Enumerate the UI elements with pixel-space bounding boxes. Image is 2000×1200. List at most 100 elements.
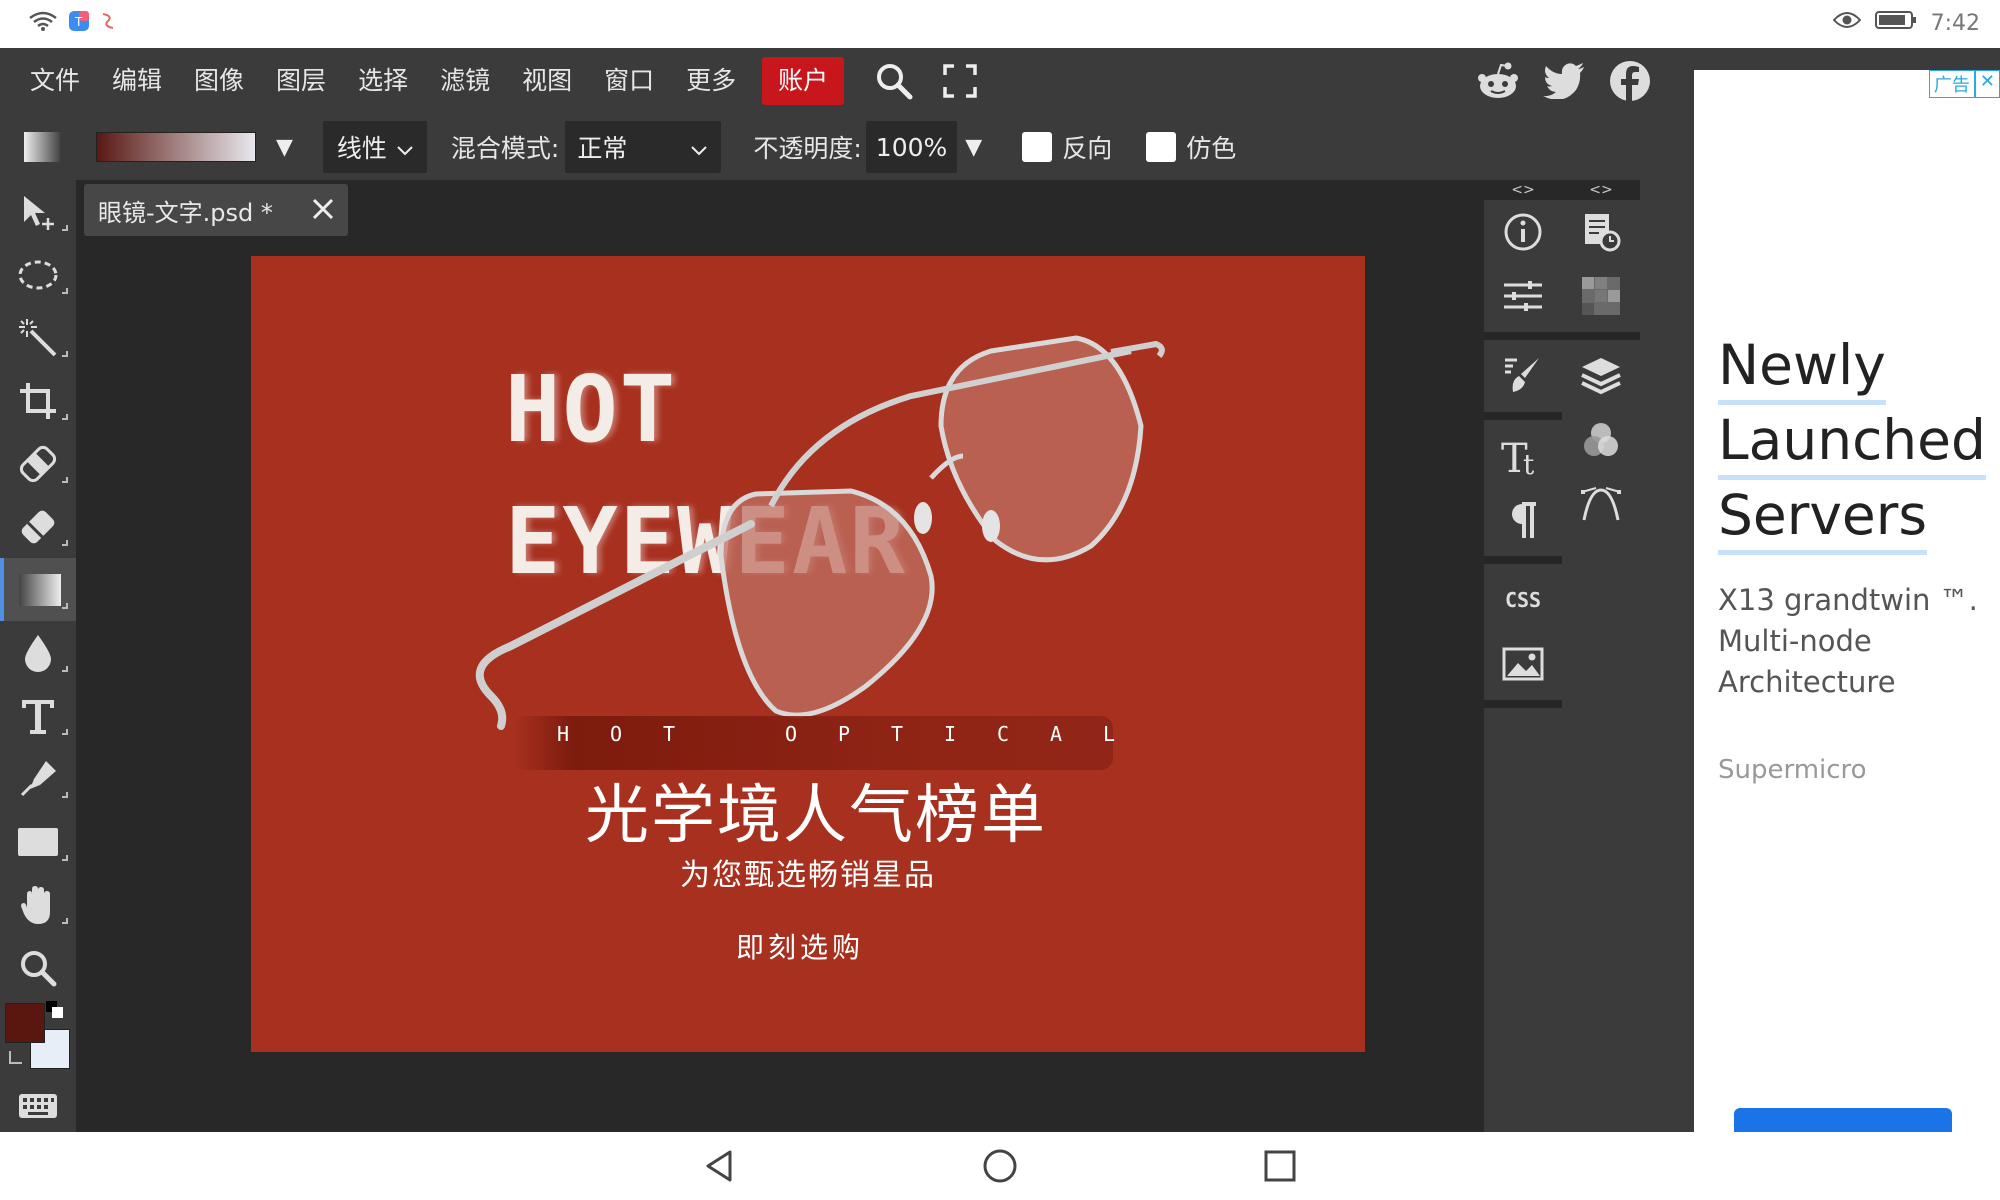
paragraph-icon[interactable]	[1484, 488, 1562, 552]
menu-select[interactable]: 选择	[342, 57, 424, 105]
brush-settings-icon[interactable]	[1484, 344, 1562, 408]
rectangle-tool[interactable]	[0, 810, 76, 873]
facebook-icon[interactable]	[1606, 57, 1654, 105]
fullscreen-icon[interactable]	[936, 57, 984, 105]
reverse-checkbox[interactable]	[1022, 132, 1053, 162]
menu-filter[interactable]: 滤镜	[424, 57, 506, 105]
healing-brush-tool[interactable]	[0, 432, 76, 495]
eraser-tool[interactable]	[0, 495, 76, 558]
ad-cta-button[interactable]	[1734, 1108, 1952, 1134]
marquee-tool[interactable]	[0, 243, 76, 306]
menu-image[interactable]: 图像	[178, 57, 260, 105]
crop-tool[interactable]	[0, 369, 76, 432]
gradient-type-select[interactable]: 线性	[322, 121, 427, 173]
type-tool[interactable]	[0, 684, 76, 747]
panel-column-2: <>	[1562, 180, 1640, 1132]
pen-tool[interactable]	[0, 747, 76, 810]
keyboard-icon[interactable]	[0, 1079, 76, 1133]
document-tab[interactable]: 眼镜-文字.psd *	[84, 184, 348, 236]
chevron-down-icon	[691, 133, 708, 162]
ad-title: Newly Launched Servers	[1718, 330, 1986, 555]
tagline-letter: H	[557, 722, 572, 746]
document-area: 眼镜-文字.psd * HOT EYEWEAR H O T O P T I C …	[76, 180, 1484, 1132]
css-panel-icon[interactable]: CSS	[1484, 568, 1562, 632]
menu-view[interactable]: 视图	[506, 57, 588, 105]
blend-mode-select[interactable]: 正常	[565, 121, 722, 173]
svg-text:T: T	[74, 15, 83, 29]
close-icon[interactable]	[310, 196, 336, 222]
twitter-icon[interactable]	[1540, 57, 1588, 105]
opacity-dropdown-arrow[interactable]: ▼	[965, 135, 982, 160]
blur-tool[interactable]	[0, 621, 76, 684]
reverse-label: 反向	[1062, 134, 1113, 163]
account-button[interactable]: 账户	[762, 57, 845, 105]
ad-label: 广告	[1928, 70, 1975, 98]
home-icon[interactable]	[982, 1148, 1018, 1184]
color-swatches	[0, 999, 76, 1079]
menu-layer[interactable]: 图层	[260, 57, 342, 105]
app-notification-icon-2	[100, 12, 116, 34]
wifi-icon	[28, 10, 58, 36]
chevron-down-icon	[397, 133, 413, 162]
ad-close-icon[interactable]: ✕	[1974, 70, 2000, 98]
canvas[interactable]: HOT EYEWEAR H O T O P T I C A L 光学境人气榜单 …	[251, 256, 1365, 1052]
artwork-headline: 光学境人气榜单	[585, 779, 1047, 853]
blend-mode-value: 正常	[577, 134, 628, 163]
status-bar: T 7:42	[0, 0, 2000, 48]
tagline-letter: L	[1102, 722, 1117, 746]
tagline-letter: I	[943, 722, 958, 746]
dither-label: 仿色	[1186, 134, 1237, 163]
gradient-preview[interactable]	[96, 132, 256, 162]
hand-tool[interactable]	[0, 873, 76, 936]
menu-more[interactable]: 更多	[670, 57, 752, 105]
ad-title-line: Newly	[1718, 330, 1886, 405]
character-icon[interactable]: Tt	[1484, 424, 1562, 488]
tool-options-bar: ▼ 线性 混合模式: 正常 不透明度: 100% ▼ 反向 仿色	[0, 114, 1680, 180]
default-colors-icon[interactable]	[46, 1001, 66, 1021]
tagline-letter: A	[1049, 722, 1064, 746]
reddit-icon[interactable]	[1474, 57, 1522, 105]
channels-icon[interactable]	[1562, 408, 1640, 472]
gradient-tool-preset-icon[interactable]	[24, 132, 60, 162]
ad-body: X13 grandtwin ™. Multi-node Architecture	[1718, 583, 1978, 699]
paths-icon[interactable]	[1562, 472, 1640, 536]
back-icon[interactable]	[702, 1148, 738, 1184]
search-icon[interactable]	[870, 57, 918, 105]
tools-panel	[0, 180, 76, 1132]
image-icon[interactable]	[1484, 632, 1562, 696]
layers-icon[interactable]	[1562, 344, 1640, 408]
menu-edit[interactable]: 编辑	[96, 57, 178, 105]
info-icon[interactable]	[1484, 200, 1562, 264]
history-icon[interactable]	[1562, 200, 1640, 264]
eye-comfort-icon	[1832, 10, 1861, 36]
social-links	[1474, 57, 1654, 105]
swatches-icon[interactable]	[1562, 264, 1640, 328]
blend-mode-label: 混合模式:	[450, 134, 560, 163]
system-navigation-bar	[0, 1132, 2000, 1200]
tagline-letter: C	[996, 722, 1011, 746]
foreground-color-swatch[interactable]	[5, 1003, 45, 1043]
gradient-tool[interactable]	[0, 558, 76, 621]
document-tab-title: 眼镜-文字.psd *	[98, 198, 273, 227]
swap-colors-icon[interactable]	[6, 1049, 26, 1069]
move-tool[interactable]	[0, 180, 76, 243]
ad-title-line: Launched	[1718, 405, 1986, 480]
gradient-dropdown-arrow[interactable]: ▼	[276, 135, 293, 160]
menu-file[interactable]: 文件	[14, 57, 96, 105]
app-notification-icon: T	[68, 10, 90, 36]
adjustments-icon[interactable]	[1484, 264, 1562, 328]
collapse-toggle[interactable]: <>	[1562, 180, 1640, 200]
opacity-label: 不透明度:	[753, 134, 862, 163]
recents-icon[interactable]	[1262, 1148, 1298, 1184]
tagline-letter: P	[837, 722, 852, 746]
zoom-tool[interactable]	[0, 936, 76, 999]
dither-checkbox[interactable]	[1146, 132, 1177, 162]
collapse-toggle[interactable]: <>	[1484, 180, 1562, 200]
advertisement[interactable]: 广告 ✕ Newly Launched Servers X13 grandtwi…	[1680, 70, 2000, 1134]
tagline-letter: O	[784, 722, 799, 746]
menu-window[interactable]: 窗口	[588, 57, 670, 105]
tagline-letter: T	[663, 722, 678, 746]
ad-title-line: Servers	[1718, 480, 1928, 555]
magic-wand-tool[interactable]	[0, 306, 76, 369]
opacity-input[interactable]: 100%	[865, 121, 958, 173]
